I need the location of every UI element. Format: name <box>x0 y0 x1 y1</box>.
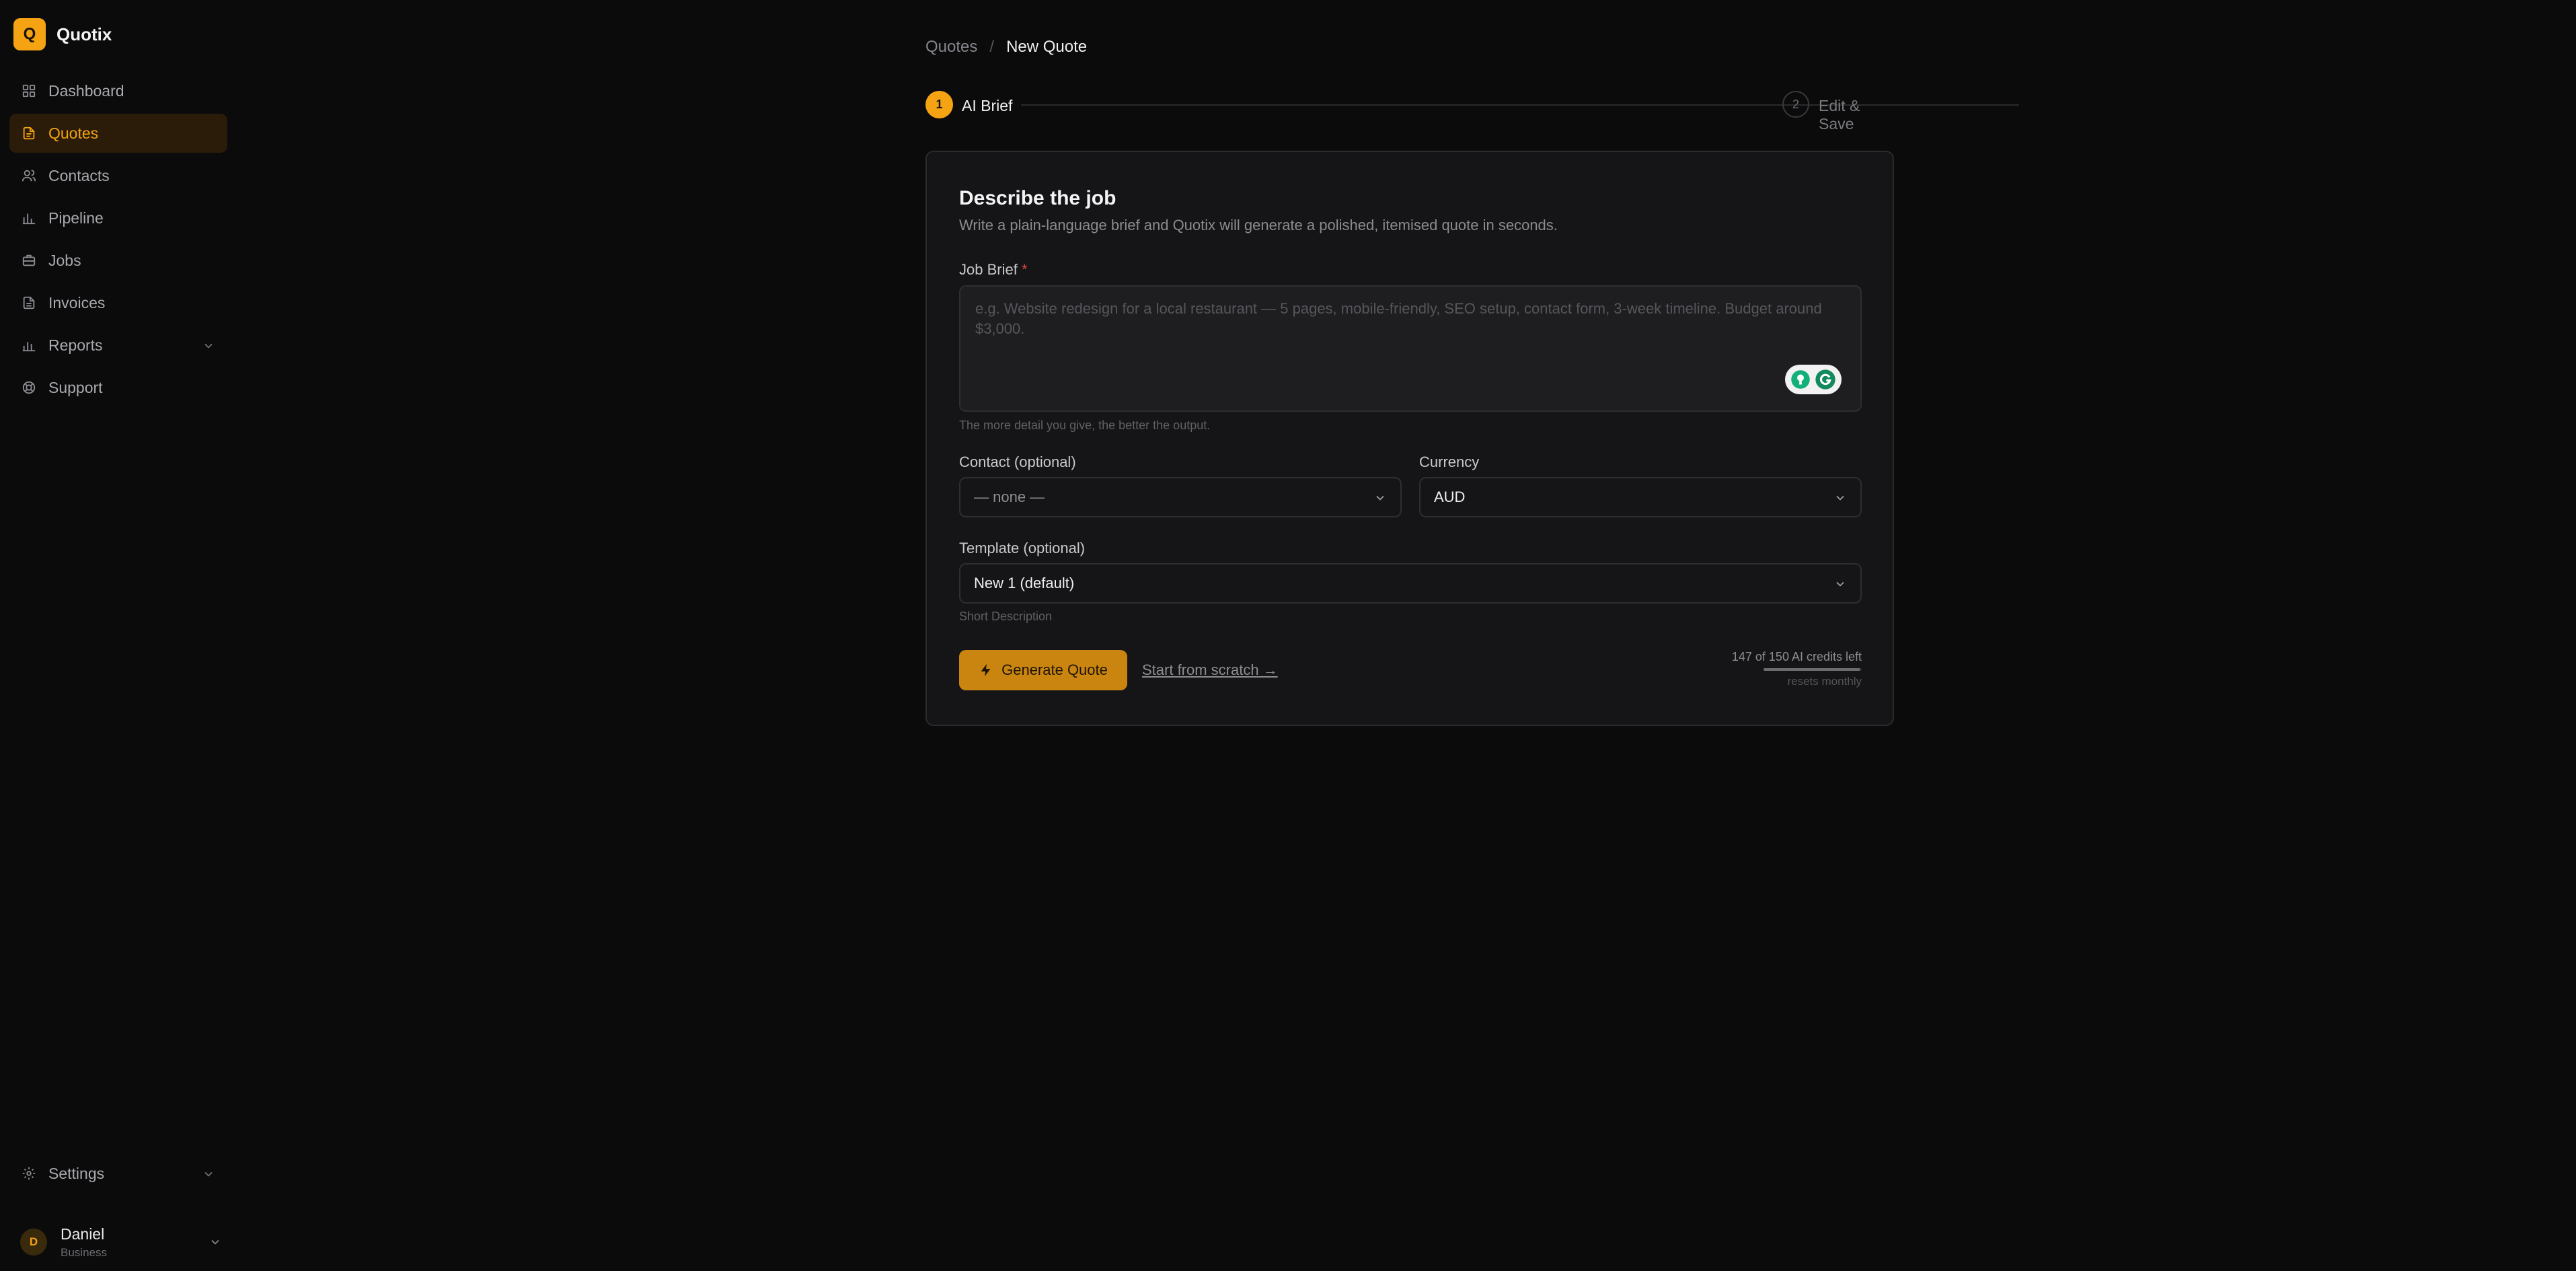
job-brief-textarea[interactable]: e.g. Website redesign for a local restau… <box>959 285 1862 412</box>
invoice-icon <box>22 295 36 310</box>
breadcrumb-current: New Quote <box>1006 38 1088 56</box>
sidebar-item-label: Dashboard <box>48 81 124 100</box>
contact-label: Contact (optional) <box>959 453 1076 470</box>
sidebar-item-label: Quotes <box>48 124 99 142</box>
job-brief-placeholder: e.g. Website redesign for a local restau… <box>975 300 1822 337</box>
chevron-down-icon <box>1833 491 1847 505</box>
step-2-indicator: 2 <box>1782 91 1809 118</box>
ai-credits: 147 of 150 AI credits left resets monthl… <box>1660 650 1862 688</box>
user-info: Daniel Business <box>61 1225 107 1260</box>
avatar: D <box>20 1229 47 1256</box>
sidebar-item-label: Support <box>48 378 103 396</box>
currency-label: Currency <box>1419 453 1480 470</box>
card-subtitle: Write a plain-language brief and Quotix … <box>959 217 1558 233</box>
generate-quote-label: Generate Quote <box>1001 661 1108 678</box>
card-title: Describe the job <box>959 187 1116 209</box>
sidebar-item-quotes[interactable]: Quotes <box>9 114 227 153</box>
app-name: Quotix <box>56 24 112 44</box>
sidebar-item-pipeline[interactable]: Pipeline <box>9 198 227 238</box>
required-marker: * <box>1021 261 1028 278</box>
step-1-label: AI Brief <box>962 97 1013 114</box>
lightbulb-icon <box>1790 369 1811 390</box>
job-brief-label-text: Job Brief <box>959 261 1018 278</box>
users-icon <box>22 168 36 183</box>
currency-select-value: AUD <box>1434 488 1466 505</box>
template-hint: Short Description <box>959 610 1053 623</box>
sidebar-item-label: Reports <box>48 336 103 354</box>
breadcrumb-separator: / <box>989 38 995 56</box>
document-icon <box>22 126 36 141</box>
contact-select[interactable]: — none — <box>959 477 1402 517</box>
sidebar-item-label: Jobs <box>48 251 81 269</box>
generate-quote-button[interactable]: Generate Quote <box>959 650 1127 690</box>
job-brief-hint: The more detail you give, the better the… <box>959 419 1211 432</box>
chevron-down-icon <box>1833 577 1847 591</box>
contact-select-value: — none — <box>974 488 1045 505</box>
breadcrumb: Quotes / New Quote <box>925 38 1087 57</box>
stepper: 1 AI Brief 2 Edit & Save <box>925 91 2019 133</box>
briefcase-icon <box>22 253 36 268</box>
bar-chart-icon <box>22 211 36 225</box>
breadcrumb-quotes-link[interactable]: Quotes <box>925 38 977 57</box>
sidebar-item-dashboard[interactable]: Dashboard <box>9 71 227 110</box>
sidebar: Q Quotix Dashboard Quotes Contacts Pipel… <box>0 0 237 1271</box>
user-menu[interactable]: D Daniel Business <box>20 1222 222 1262</box>
sidebar-item-reports[interactable]: Reports <box>9 326 227 365</box>
chevron-down-icon[interactable] <box>202 338 215 352</box>
app-logo: Q <box>13 18 46 50</box>
sidebar-item-support[interactable]: Support <box>9 368 227 407</box>
grid-icon <box>22 83 36 98</box>
sidebar-item-jobs[interactable]: Jobs <box>9 241 227 280</box>
step-1-indicator: 1 <box>925 91 953 118</box>
template-label: Template (optional) <box>959 540 1086 556</box>
sidebar-item-contacts[interactable]: Contacts <box>9 156 227 195</box>
chevron-down-icon <box>1373 491 1387 505</box>
grammarly-widget[interactable] <box>1785 365 1842 394</box>
sidebar-item-invoices[interactable]: Invoices <box>9 283 227 322</box>
settings-section: Settings <box>9 1154 227 1196</box>
template-select-value: New 1 (default) <box>974 575 1075 591</box>
currency-select[interactable]: AUD <box>1419 477 1862 517</box>
grammarly-icon <box>1815 369 1836 390</box>
template-select[interactable]: New 1 (default) <box>959 563 1862 604</box>
sidebar-item-settings[interactable]: Settings <box>9 1154 227 1193</box>
sidebar-item-label: Pipeline <box>48 209 104 227</box>
user-name: Daniel <box>61 1225 105 1243</box>
job-brief-label: Job Brief * <box>959 261 1028 279</box>
support-icon <box>22 380 36 395</box>
user-plan: Business <box>61 1245 107 1259</box>
chevron-down-icon[interactable] <box>202 1167 215 1180</box>
sidebar-nav: Dashboard Quotes Contacts Pipeline Jobs … <box>9 71 227 410</box>
credits-progress-bar <box>1764 668 1862 671</box>
credits-text: 147 of 150 AI credits left <box>1731 650 1862 663</box>
sidebar-item-label: Settings <box>48 1164 105 1182</box>
sidebar-item-label: Contacts <box>48 166 110 184</box>
gear-icon <box>22 1166 36 1181</box>
credits-progress-fill <box>1764 668 1860 671</box>
chevron-down-icon[interactable] <box>209 1235 222 1249</box>
sidebar-item-label: Invoices <box>48 293 106 312</box>
credits-reset-note: resets monthly <box>1787 675 1862 688</box>
step-2-label: Edit & Save <box>1819 97 1860 133</box>
brand[interactable]: Q Quotix <box>13 18 112 50</box>
bar-chart-icon <box>22 338 36 353</box>
quote-brief-card: Describe the job Write a plain-language … <box>925 151 1894 726</box>
lightning-icon <box>979 663 993 678</box>
start-from-scratch-link[interactable]: Start from scratch → <box>1142 661 1278 679</box>
